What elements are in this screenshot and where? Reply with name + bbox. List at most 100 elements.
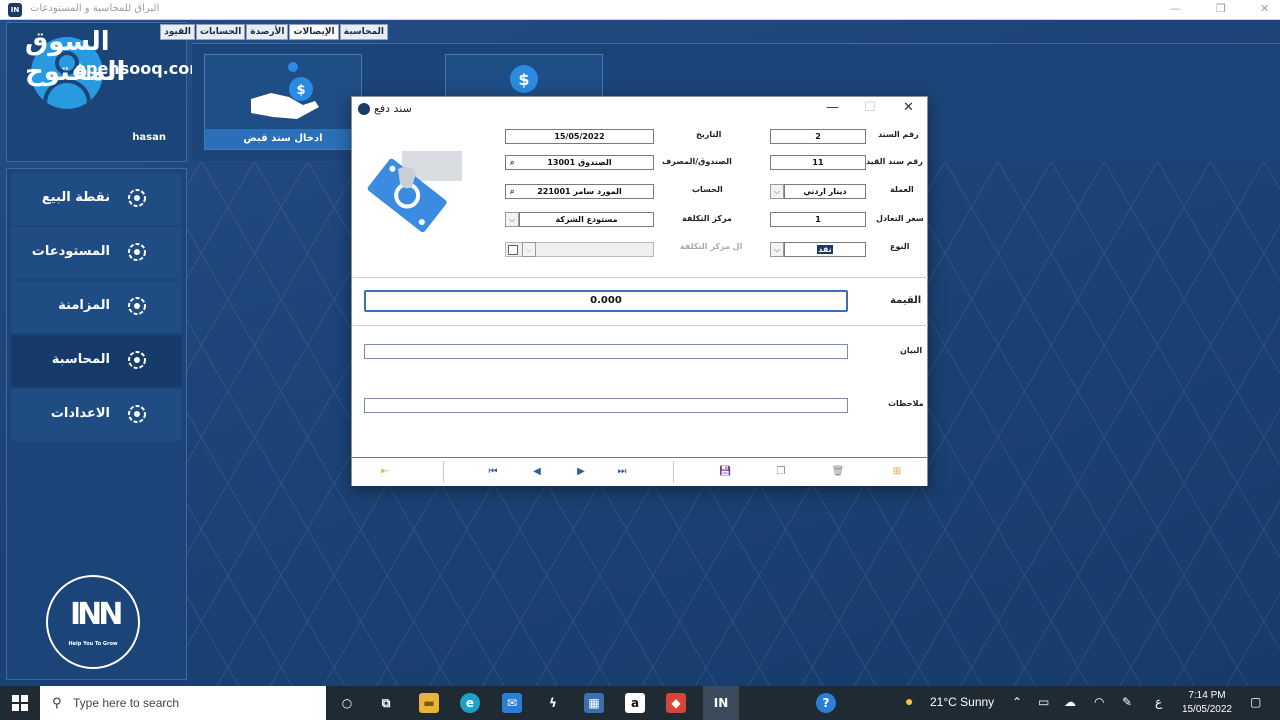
wifi-icon[interactable]: ◠ <box>1094 695 1104 709</box>
tab-entries[interactable]: القيود <box>160 24 195 40</box>
currency-dropdown-button[interactable]: ⌵ <box>770 184 784 199</box>
cost-center-select[interactable]: مستودع الشركة <box>519 212 654 227</box>
swirl-icon <box>128 189 146 207</box>
swirl-icon <box>128 405 146 423</box>
exchange-rate-field[interactable]: 1 <box>770 212 866 227</box>
sidebar-item-sync[interactable]: المزامنة <box>11 281 182 333</box>
copy-icon[interactable]: ❐ <box>774 465 788 479</box>
value-label: القيمة <box>890 295 922 306</box>
mail-icon[interactable]: ✉ <box>502 693 522 713</box>
receipt-voucher-tile[interactable]: $ ادخال سند قبض <box>204 54 362 150</box>
swirl-icon <box>128 297 146 315</box>
dialog-title: سند دفع <box>374 102 412 115</box>
language-indicator[interactable]: ع <box>1155 695 1162 709</box>
cashbox-field[interactable]: ⌕ 13001 الصندوق <box>505 155 654 170</box>
account-field[interactable]: ⌕ 221001 المورد سامر <box>505 184 654 199</box>
task-view-icon[interactable]: ⧉ <box>376 693 396 713</box>
dialog-close-icon[interactable]: ✕ <box>903 100 914 115</box>
delete-icon[interactable]: 🗑︎ <box>831 465 845 479</box>
battery-icon[interactable]: ▭ <box>1038 695 1049 709</box>
cost-center-label: مركز التكلفة <box>682 214 732 223</box>
cortana-icon[interactable]: ○ <box>337 693 357 713</box>
voucher-no-label: رقم السند <box>878 130 919 139</box>
cashbox-search-icon[interactable]: ⌕ <box>510 156 514 169</box>
tab-balances[interactable]: الأرصدة <box>246 24 289 40</box>
notes-label: ملاحظات <box>888 399 924 408</box>
previous-record-icon[interactable]: ◀ <box>530 465 544 479</box>
sidebar-item-label: الاعدادات <box>50 406 110 421</box>
cost-center-2-dropdown-button: ⌵ <box>522 242 536 257</box>
statement-field[interactable] <box>364 344 848 359</box>
entry-no-label: رقم سند القيد <box>866 157 923 166</box>
store-icon[interactable]: ▦ <box>584 693 604 713</box>
date-field[interactable]: 15/05/2022 <box>505 129 654 144</box>
help-icon[interactable]: ? <box>816 693 836 713</box>
last-record-icon[interactable]: ⏭ <box>615 465 629 479</box>
type-dropdown-button[interactable]: ⌵ <box>770 242 784 257</box>
tab-accounting[interactable]: المحاسبة <box>339 24 388 40</box>
sidebar-item-label: المحاسبة <box>51 352 110 367</box>
app-titlebar: IN البراق للمحاسبة و المستودعات — ❐ ✕ <box>0 0 1280 20</box>
weather-text[interactable]: 21°C Sunny <box>930 695 994 709</box>
search-placeholder: Type here to search <box>73 696 180 710</box>
sidebar-item-pos[interactable]: نقطة البيع <box>11 173 182 225</box>
sidebar-item-warehouses[interactable]: المستودعات <box>11 227 182 279</box>
entry-no-field[interactable]: 11 <box>770 155 866 170</box>
chevron-up-icon[interactable]: ⌃ <box>1012 695 1022 709</box>
notifications-icon[interactable]: ▢ <box>1250 695 1261 709</box>
taskbar-search-box[interactable]: ⚲ Type here to search <box>40 686 326 720</box>
dialog-titlebar: سند دفع — ☐ ✕ <box>352 97 927 121</box>
amazon-icon[interactable]: a <box>625 693 645 713</box>
sidebar-item-accounting[interactable]: المحاسبة <box>11 335 182 387</box>
dialog-minimize-icon[interactable]: — <box>826 100 839 115</box>
pen-icon[interactable]: ✎ <box>1122 695 1132 709</box>
save-icon[interactable]: 💾︎ <box>718 465 732 479</box>
new-record-icon[interactable]: ⊞ <box>890 465 904 479</box>
close-icon[interactable]: ✕ <box>1260 2 1269 15</box>
anydesk-icon[interactable]: ◆ <box>666 693 686 713</box>
cost-center-2-checkbox[interactable] <box>508 245 518 255</box>
cashbox-label: الصندوق/المصرف <box>662 157 732 166</box>
currency-select[interactable]: دينار اردني <box>784 184 866 199</box>
restore-icon[interactable]: ❐ <box>1216 2 1226 15</box>
notes-field[interactable] <box>364 398 848 413</box>
section-divider <box>353 277 928 278</box>
sidebar-item-settings[interactable]: الاعدادات <box>11 389 182 441</box>
account-label: الحساب <box>692 185 723 194</box>
taskbar: ⚲ Type here to search ○ ⧉ ▬ e ✉ ϟ ▦ a ◆ … <box>0 686 1280 720</box>
sidebar: نقطة البيع المستودعات المزامنة المحاسبة … <box>6 168 187 680</box>
swirl-icon <box>128 351 146 369</box>
next-record-icon[interactable]: ▶ <box>574 465 588 479</box>
value-field[interactable]: 0.000 <box>364 290 848 312</box>
voucher-no-field[interactable]: 2 <box>770 129 866 144</box>
swirl-icon <box>128 243 146 261</box>
tab-accounts[interactable]: الحسابات <box>195 24 246 40</box>
currency-label: العملة <box>890 185 914 194</box>
albaraq-app-taskbar-icon[interactable]: IN <box>703 686 739 720</box>
type-select-value: نقد <box>817 245 833 254</box>
cashbox-value: 13001 الصندوق <box>547 158 612 167</box>
first-record-icon[interactable]: ⏮ <box>486 465 500 479</box>
type-select[interactable]: نقد <box>784 242 866 257</box>
exit-icon[interactable]: ⇤ <box>378 465 392 479</box>
receipt-voucher-label: ادخال سند قبض <box>205 129 361 149</box>
windows-start-icon[interactable] <box>12 695 28 711</box>
system-clock[interactable]: 7:14 PM 15/05/2022 <box>1182 689 1232 717</box>
edge-icon[interactable]: e <box>460 693 480 713</box>
account-value: 221001 المورد سامر <box>537 187 622 196</box>
minimize-icon[interactable]: — <box>1170 2 1181 15</box>
exchange-rate-label: سعر التعادل <box>876 214 924 223</box>
watermark-text-en: opensooq.com <box>75 59 206 78</box>
cloud-icon[interactable]: ☁ <box>1064 695 1076 709</box>
statement-label: البيان <box>900 346 923 355</box>
file-explorer-icon[interactable]: ▬ <box>419 693 439 713</box>
payment-voucher-dialog: سند دفع — ☐ ✕ رقم السند 2 رقم سند القيد … <box>351 96 928 486</box>
app-icon-bolt[interactable]: ϟ <box>543 693 563 713</box>
account-search-icon[interactable]: ⌕ <box>510 185 514 198</box>
clock-time: 7:14 PM <box>1188 690 1226 701</box>
tab-receipts[interactable]: الإيصالات <box>289 24 339 40</box>
dialog-maximize-icon: ☐ <box>864 100 876 115</box>
cost-center-dropdown-button[interactable]: ⌵ <box>505 212 519 227</box>
sidebar-item-label: نقطة البيع <box>41 190 110 205</box>
sidebar-item-label: المستودعات <box>31 244 110 259</box>
